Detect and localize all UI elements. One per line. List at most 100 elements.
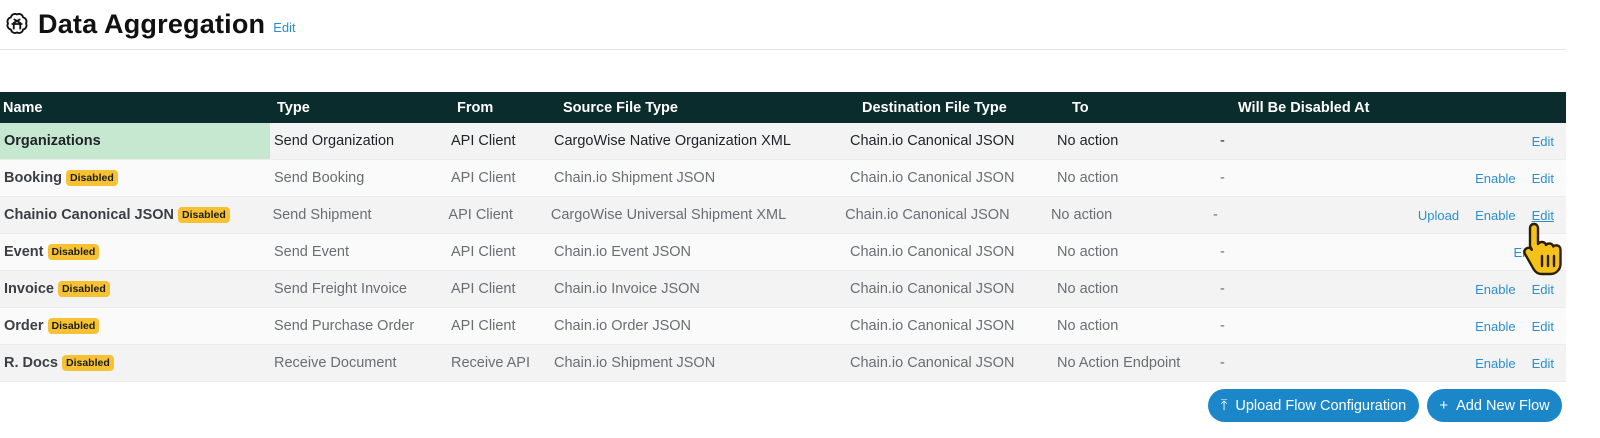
- add-new-flow-button[interactable]: + Add New Flow: [1427, 389, 1562, 422]
- openai-knot-icon: [4, 11, 30, 37]
- flow-to: No Action Endpoint: [1057, 355, 1181, 371]
- flow-from: API Client: [451, 244, 516, 260]
- enable-link[interactable]: Enable: [1475, 282, 1515, 297]
- flow-from: API Client: [451, 170, 516, 186]
- flows-table: Name Type From Source File Type Destinat…: [0, 92, 1566, 382]
- source-file-type: Chain.io Invoice JSON: [554, 281, 700, 297]
- flow-name: Booking: [4, 170, 62, 186]
- row-actions: Enable Edit: [1406, 356, 1566, 371]
- destination-file-type: Chain.io Canonical JSON: [845, 207, 1010, 223]
- source-file-type: Chain.io Shipment JSON: [554, 355, 716, 371]
- flow-name: R. Docs: [4, 355, 58, 371]
- will-be-disabled-at: -: [1220, 170, 1225, 186]
- table-row[interactable]: Booking Disabled Send Booking API Client Cha…: [0, 160, 1566, 197]
- source-file-type: Chain.io Order JSON: [554, 318, 691, 334]
- plus-icon: +: [1439, 397, 1449, 414]
- destination-file-type: Chain.io Canonical JSON: [850, 133, 1015, 149]
- will-be-disabled-at: -: [1220, 133, 1225, 149]
- flow-name: Invoice: [4, 281, 54, 297]
- enable-link[interactable]: Enable: [1475, 208, 1515, 223]
- table-row[interactable]: Organizations Send Organization API Client…: [0, 123, 1566, 160]
- flow-name-cell: Event Disabled: [0, 234, 270, 270]
- flow-from: API Client: [448, 207, 513, 223]
- flow-to: No action: [1050, 207, 1113, 223]
- flow-name: Event: [4, 244, 44, 260]
- edit-link[interactable]: Edit: [1532, 134, 1554, 149]
- status-badge: Disabled: [62, 355, 114, 371]
- table-body: Organizations Send Organization API Client…: [0, 123, 1566, 382]
- destination-file-type: Chain.io Canonical JSON: [850, 355, 1015, 371]
- page-title: Data Aggregation: [38, 8, 266, 39]
- col-will-be-disabled-at[interactable]: Will Be Disabled At: [1235, 100, 1428, 116]
- flow-name-cell: Order Disabled: [0, 308, 270, 344]
- table-row[interactable]: Chainio Canonical JSON Disabled Send Shipm…: [0, 197, 1566, 234]
- flow-name-cell: Chainio Canonical JSON Disabled: [0, 197, 268, 233]
- page-header: Data Aggregation Edit: [4, 4, 296, 44]
- status-badge: Disabled: [178, 207, 230, 223]
- row-actions: Enable Edit: [1406, 319, 1566, 334]
- status-badge: Disabled: [66, 170, 118, 186]
- status-badge: Disabled: [47, 244, 100, 260]
- source-file-type: Chain.io Shipment JSON: [554, 170, 716, 186]
- edit-link[interactable]: Edit: [1532, 282, 1554, 297]
- table-row[interactable]: Invoice Disabled Send Freight Invoice API C…: [0, 271, 1566, 308]
- flow-type: Send Freight Invoice: [274, 281, 407, 297]
- status-badge: Disabled: [57, 281, 110, 297]
- destination-file-type: Chain.io Canonical JSON: [850, 244, 1015, 260]
- table-row[interactable]: Event Disabled Send Event API Client Chain.i…: [0, 234, 1566, 271]
- will-be-disabled-at: -: [1213, 207, 1218, 223]
- flow-from: API Client: [451, 133, 516, 149]
- destination-file-type: Chain.io Canonical JSON: [850, 281, 1015, 297]
- status-badge: Disabled: [47, 318, 100, 334]
- flow-name: Chainio Canonical JSON: [4, 207, 174, 223]
- flow-to: No action: [1057, 281, 1119, 297]
- flow-name-cell: Invoice Disabled: [0, 271, 270, 307]
- flow-type: Send Organization: [274, 133, 395, 149]
- flow-name: Organizations: [4, 133, 101, 149]
- edit-link[interactable]: Edit: [1532, 356, 1554, 371]
- flow-to: No action: [1057, 318, 1119, 334]
- edit-link[interactable]: Edit: [1532, 319, 1554, 334]
- table-header: Name Type From Source File Type Destinat…: [0, 92, 1566, 123]
- enable-link[interactable]: Enable: [1475, 356, 1515, 371]
- flow-name: Order: [4, 318, 44, 334]
- row-actions: Edit: [1406, 134, 1566, 149]
- col-source-file-type[interactable]: Source File Type: [560, 100, 859, 116]
- flow-type: Receive Document: [274, 355, 397, 371]
- col-to[interactable]: To: [1069, 100, 1235, 116]
- col-destination-file-type[interactable]: Destination File Type: [859, 100, 1069, 116]
- flow-to: No action: [1057, 133, 1119, 149]
- flow-name-cell: Booking Disabled: [0, 160, 270, 196]
- flow-from: API Client: [451, 318, 516, 334]
- col-from[interactable]: From: [454, 100, 560, 116]
- flow-type: Send Booking: [274, 170, 365, 186]
- flow-type: Send Purchase Order: [274, 318, 415, 334]
- upload-link[interactable]: Upload: [1418, 208, 1459, 223]
- flow-to: No action: [1057, 170, 1119, 186]
- row-actions: Enable Edit: [1406, 171, 1566, 186]
- will-be-disabled-at: -: [1220, 318, 1225, 334]
- row-actions: Enable Edit: [1406, 282, 1566, 297]
- enable-link[interactable]: Enable: [1475, 319, 1515, 334]
- flow-to: No action: [1057, 244, 1119, 260]
- edit-link[interactable]: Edit: [1532, 171, 1554, 186]
- table-row[interactable]: R. Docs Disabled Receive Document Receive A…: [0, 345, 1566, 382]
- header-divider: [0, 49, 1566, 50]
- table-row[interactable]: Order Disabled Send Purchase Order API Clie…: [0, 308, 1566, 345]
- col-name[interactable]: Name: [0, 92, 273, 123]
- title-edit-link[interactable]: Edit: [273, 20, 295, 35]
- add-flow-label: Add New Flow: [1456, 397, 1550, 414]
- upload-flow-label: Upload Flow Configuration: [1235, 397, 1407, 414]
- col-type[interactable]: Type: [273, 100, 454, 116]
- upload-flow-configuration-button[interactable]: ⤒ Upload Flow Configuration: [1208, 389, 1419, 422]
- enable-link[interactable]: Enable: [1475, 171, 1515, 186]
- will-be-disabled-at: -: [1220, 244, 1225, 260]
- flow-from: API Client: [451, 281, 516, 297]
- destination-file-type: Chain.io Canonical JSON: [850, 318, 1015, 334]
- source-file-type: CargoWise Universal Shipment XML: [550, 207, 787, 223]
- destination-file-type: Chain.io Canonical JSON: [850, 170, 1015, 186]
- flow-name-cell: R. Docs Disabled: [0, 345, 270, 381]
- source-file-type: Chain.io Event JSON: [554, 244, 692, 260]
- flow-type: Send Shipment: [272, 207, 372, 223]
- flow-from: Receive API: [451, 355, 530, 371]
